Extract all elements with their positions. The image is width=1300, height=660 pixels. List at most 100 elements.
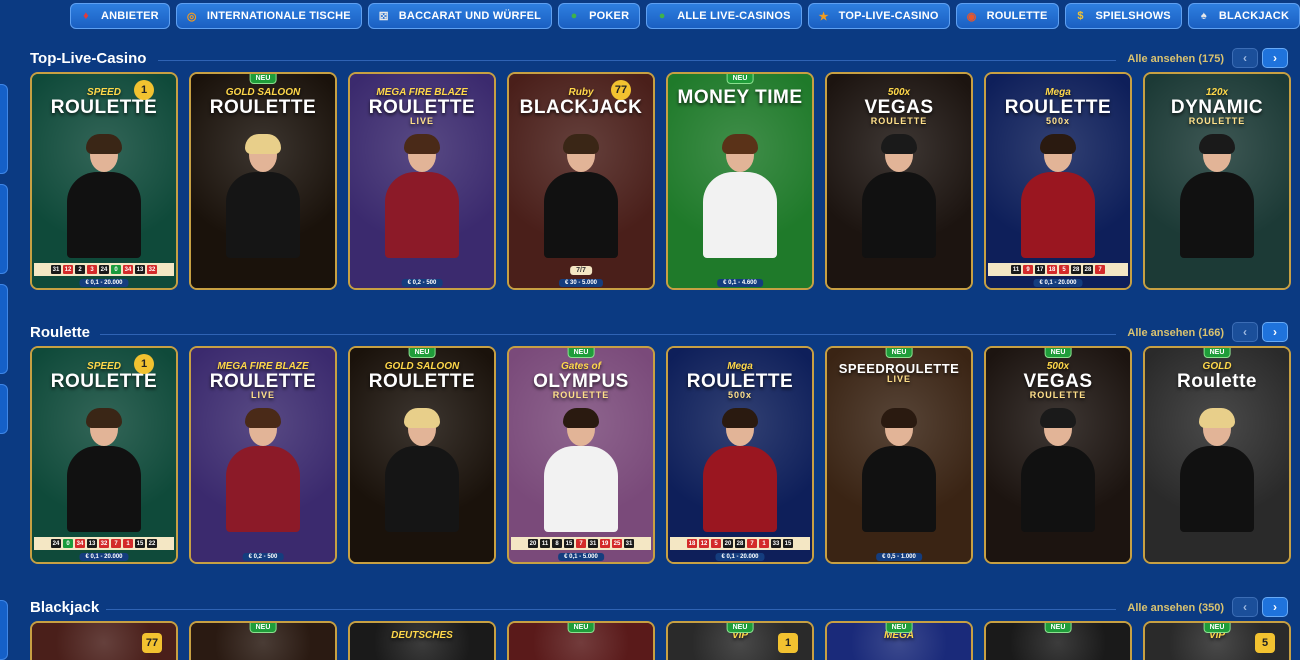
game-card[interactable]: NEU xyxy=(189,621,337,660)
nav-button-top-live-casino[interactable]: ★ TOP-LIVE-CASINO xyxy=(807,3,950,29)
dealer-figure xyxy=(1172,408,1262,532)
game-card[interactable]: GOLD SALOON ROULETTE NEU xyxy=(189,72,337,290)
nav-button-anbieter[interactable]: ♦ ANBIETER xyxy=(70,3,170,29)
dealer-hair xyxy=(1199,408,1235,428)
bet-limits: € 0,1 - 20.000 xyxy=(79,279,129,287)
section-top-live-casino: Top-Live-Casino Alle ansehen (175) ‹ › SPEED… xyxy=(30,48,1291,318)
logo-title: ROULETTE xyxy=(368,97,476,118)
game-card[interactable]: MEGA FIRE BLAZE ROULETTE LIVE € 0,2 - 500 xyxy=(348,72,496,290)
side-tab[interactable] xyxy=(0,384,8,434)
game-card[interactable]: SPEED ROULETTE 1 24 0 34 13 32 7 1 15 22 € 0,1 - 20.… xyxy=(30,346,178,564)
side-tab[interactable] xyxy=(0,84,8,174)
nav-button-roulette[interactable]: ◉ ROULETTE xyxy=(955,3,1059,29)
nav-button-internationale-tische[interactable]: ◎ INTERNATIONALE TISCHE xyxy=(175,3,362,29)
result-number: 19 xyxy=(600,539,610,548)
result-number: 5 xyxy=(711,539,721,548)
section-header: Top-Live-Casino Alle ansehen (175) ‹ › xyxy=(30,48,1288,72)
dealer-figure xyxy=(218,134,308,258)
game-card[interactable]: MEGA FIRE BLAZE ROULETTE LIVE € 0,2 - 500 xyxy=(189,346,337,564)
game-card[interactable]: MONEY TIME NEU € 0,1 - 4.600 xyxy=(666,72,814,290)
game-card[interactable]: VIP 1 NEU xyxy=(666,621,814,660)
nav-button-alle-live-casinos[interactable]: ● ALLE LIVE-CASINOS xyxy=(646,3,802,29)
dealer-body xyxy=(1180,172,1254,258)
side-tab[interactable] xyxy=(0,600,8,660)
logo-title: OLYMPUS xyxy=(533,371,629,392)
result-number: 33 xyxy=(771,539,781,548)
game-card[interactable]: NEU xyxy=(984,621,1132,660)
dealer-body xyxy=(862,172,936,258)
prev-arrow-button[interactable]: ‹ xyxy=(1232,322,1258,342)
game-card[interactable]: Ruby BLACKJACK 77 7/7 € 30 - 5.000 xyxy=(507,72,655,290)
game-card[interactable]: VIP 5 NEU xyxy=(1143,621,1291,660)
see-all-link[interactable]: Alle ansehen (166) xyxy=(1127,327,1224,339)
section-title: Blackjack xyxy=(30,599,100,616)
next-arrow-button[interactable]: › xyxy=(1262,48,1288,68)
game-card[interactable]: Gates of OLYMPUS ROULETTE NEU 20 11 8 15 7 31 19 25… xyxy=(507,346,655,564)
section-divider xyxy=(100,334,1116,335)
result-number: 11 xyxy=(540,539,550,548)
game-card[interactable]: Mega ROULETTE 500x 18 12 5 20 28 7 1 33 15 € 0,1 - 2… xyxy=(666,346,814,564)
next-arrow-button[interactable]: › xyxy=(1262,597,1288,617)
game-card[interactable]: 120x DYNAMIC ROULETTE xyxy=(1143,72,1291,290)
game-card[interactable]: SPEED ROULETTE 1 31 12 2 3 24 0 34 13 32 € 0,1 - 20.… xyxy=(30,72,178,290)
section-header: Roulette Alle ansehen (166) ‹ › xyxy=(30,322,1288,346)
dealer-hair xyxy=(1040,408,1076,428)
nav-button-spielshows[interactable]: $ SPIELSHOWS xyxy=(1064,3,1182,29)
result-number: 11 xyxy=(1011,265,1021,274)
next-arrow-button[interactable]: › xyxy=(1262,322,1288,342)
game-logo: Gates of OLYMPUS ROULETTE xyxy=(515,362,647,400)
prev-arrow-button[interactable]: ‹ xyxy=(1232,48,1258,68)
result-number: 7 xyxy=(747,539,757,548)
dealer-hair xyxy=(881,408,917,428)
section-blackjack: Blackjack Alle ansehen (350) ‹ › 77 NEU DEUTSC… xyxy=(30,597,1291,660)
game-card[interactable]: GOLD Roulette NEU xyxy=(1143,346,1291,564)
recent-results: 24 0 34 13 32 7 1 15 22 xyxy=(34,537,174,550)
new-badge: NEU xyxy=(1044,348,1072,358)
nav-button-poker[interactable]: ● POKER xyxy=(558,3,641,29)
recent-results: 11 9 17 18 5 28 28 7 xyxy=(988,263,1128,276)
game-card[interactable]: 77 xyxy=(30,621,178,660)
dealer-hair xyxy=(881,134,917,154)
dealer-hair xyxy=(245,134,281,154)
see-all-link[interactable]: Alle ansehen (175) xyxy=(1127,53,1224,65)
game-logo: 120x DYNAMIC ROULETTE xyxy=(1151,88,1283,126)
side-tab[interactable] xyxy=(0,184,8,274)
logo-title: ROULETTE xyxy=(686,371,794,392)
game-carousel: SPEED ROULETTE 1 31 12 2 3 24 0 34 13 32 € 0,1 - 20.… xyxy=(30,72,1291,290)
side-tab[interactable] xyxy=(0,284,8,374)
chips-icon: ● xyxy=(658,10,666,22)
dealer-hair xyxy=(86,408,122,428)
game-card[interactable]: DEUTSCHES xyxy=(348,621,496,660)
seats-available: 7/7 xyxy=(570,266,592,275)
bet-limits: € 0,2 - 500 xyxy=(401,279,443,287)
result-number: 24 xyxy=(99,265,109,274)
new-badge: NEU xyxy=(885,348,913,358)
dealer-figure xyxy=(854,134,944,258)
result-number: 5 xyxy=(1059,265,1069,274)
see-all-link[interactable]: Alle ansehen (350) xyxy=(1127,602,1224,614)
game-card[interactable]: GOLD SALOON ROULETTE NEU xyxy=(348,346,496,564)
dealer-hair xyxy=(563,408,599,428)
game-logo: GOLD SALOON ROULETTE xyxy=(356,362,488,392)
result-number: 28 xyxy=(735,539,745,548)
result-number: 18 xyxy=(1047,265,1057,274)
game-card[interactable]: MEGA NEU xyxy=(825,621,973,660)
game-card[interactable]: Mega ROULETTE 500x 11 9 17 18 5 28 28 7 € 0,1 - 20.… xyxy=(984,72,1132,290)
cards-icon: ♦ xyxy=(83,10,89,22)
game-logo: SPEEDROULETTE LIVE xyxy=(833,362,965,384)
result-number: 15 xyxy=(135,539,145,548)
dealer-figure xyxy=(536,408,626,532)
prev-arrow-button[interactable]: ‹ xyxy=(1232,597,1258,617)
game-card[interactable]: 500x VEGAS ROULETTE xyxy=(825,72,973,290)
result-number: 1 xyxy=(123,539,133,548)
nav-button-blackjack[interactable]: ♠ BLACKJACK xyxy=(1187,3,1300,29)
game-card[interactable]: SPEEDROULETTE LIVE NEU € 0,5 - 1.000 xyxy=(825,346,973,564)
section-divider xyxy=(106,609,1116,610)
seat-count-badge: 1 xyxy=(134,80,154,100)
game-card[interactable]: NEU xyxy=(507,621,655,660)
left-edge-panel xyxy=(0,40,12,660)
dealer-body xyxy=(862,446,936,532)
nav-button-baccarat-und-würfel[interactable]: ⚄ BACCARAT UND WÜRFEL xyxy=(367,3,553,29)
logo-title: MONEY TIME xyxy=(677,87,803,108)
game-card[interactable]: 500x VEGAS ROULETTE NEU xyxy=(984,346,1132,564)
